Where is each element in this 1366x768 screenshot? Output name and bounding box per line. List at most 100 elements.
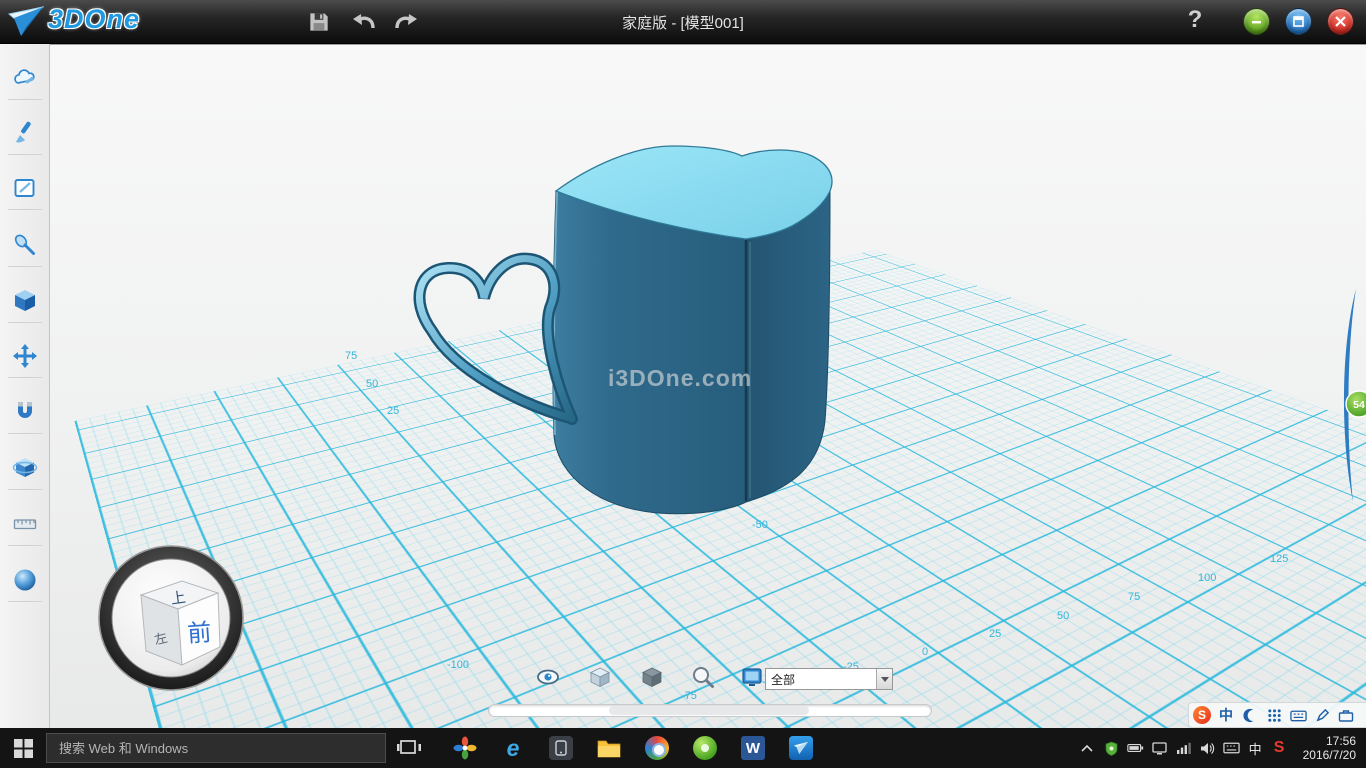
rotate-handle[interactable]: 54	[1336, 288, 1366, 503]
save-icon[interactable]	[306, 9, 332, 35]
move-arrows-icon[interactable]	[12, 343, 38, 369]
word-icon: W	[741, 736, 765, 760]
render-sphere-icon[interactable]	[12, 567, 38, 593]
grid-axis-label: 0	[922, 646, 928, 658]
sogou-tray-icon[interactable]: S	[1271, 740, 1288, 757]
maximize-button[interactable]	[1285, 8, 1312, 35]
measure-ruler-icon[interactable]	[12, 511, 38, 537]
magnet-icon[interactable]	[12, 399, 38, 425]
view-cube-front-label: 前	[187, 619, 213, 648]
view-cube-top-label: 上	[170, 589, 187, 608]
grid-axis-label: 50	[1057, 610, 1069, 622]
ime-toolbar: S 中	[1188, 702, 1366, 728]
taskbar-apps: e W	[452, 735, 814, 761]
grid-axis-label: 100	[1198, 572, 1216, 584]
close-icon	[1334, 15, 1347, 28]
3done-app[interactable]	[788, 735, 814, 761]
display-monitor-icon[interactable]	[1151, 740, 1168, 757]
filter-dropdown-arrow-button[interactable]	[876, 669, 892, 689]
word-app[interactable]: W	[740, 735, 766, 761]
network-signal-icon[interactable]	[1175, 740, 1192, 757]
device-icon	[549, 736, 573, 760]
file-explorer-app[interactable]	[596, 735, 622, 761]
titlebar: 3DOne 家庭版 - [模型001] ?	[0, 0, 1366, 44]
trim-spoon-icon[interactable]	[12, 232, 38, 258]
visibility-eye-icon[interactable]	[536, 665, 560, 689]
horizontal-scrollbar[interactable]	[488, 704, 932, 717]
app-logo-icon	[8, 6, 44, 38]
half-moon-icon[interactable]	[1241, 706, 1259, 724]
browser-colorful-app[interactable]	[644, 735, 670, 761]
ime-cn-mode-button[interactable]: 中	[1217, 706, 1235, 724]
edge-icon: e	[507, 735, 520, 762]
taskbar-clock[interactable]: 17:56 2016/7/20	[1295, 734, 1362, 762]
close-button[interactable]	[1327, 8, 1354, 35]
device-app[interactable]	[548, 735, 574, 761]
document-title: 家庭版 - [模型001]	[622, 12, 744, 33]
grid-axis-label: 25	[387, 405, 399, 417]
task-view-button[interactable]	[396, 735, 422, 761]
viewport[interactable]: 755025-50-100-75-50-250255075100125	[50, 44, 1366, 728]
green-orb-icon	[693, 736, 717, 760]
scrollbar-thumb[interactable]	[609, 706, 809, 715]
3done-plane-icon	[789, 736, 813, 760]
browser-wheel-icon	[645, 736, 669, 760]
taskbar-search-input[interactable]	[46, 733, 386, 763]
zoom-search-icon[interactable]	[691, 665, 715, 689]
clock-date: 2016/7/20	[1303, 748, 1356, 762]
sogou-logo-icon[interactable]: S	[1193, 706, 1211, 724]
folder-icon	[597, 738, 621, 758]
watermark: i3DOne.com	[608, 365, 752, 392]
chevron-down-icon	[881, 677, 889, 682]
handwriting-pen-icon[interactable]	[1313, 706, 1331, 724]
left-toolbar	[0, 44, 50, 728]
pinwheel-icon	[453, 736, 477, 760]
shaded-cube-icon[interactable]	[588, 665, 612, 689]
minimize-button[interactable]	[1243, 8, 1270, 35]
grid-axis-label: 50	[366, 378, 378, 390]
redo-icon[interactable]	[392, 9, 418, 35]
hidden-icons-caret[interactable]	[1079, 740, 1096, 757]
undo-icon[interactable]	[352, 9, 378, 35]
rotation-badge-value: 54	[1353, 399, 1365, 411]
grid-axis-label: 75	[1128, 591, 1140, 603]
minimize-icon	[1250, 15, 1263, 28]
solid-cube-icon[interactable]	[12, 288, 38, 314]
touch-keyboard-icon[interactable]	[1223, 740, 1240, 757]
sketch-brush-icon[interactable]	[12, 120, 38, 146]
edge-browser-app[interactable]: e	[500, 735, 526, 761]
heart-mug-model[interactable]	[400, 136, 860, 536]
maximize-icon	[1292, 15, 1305, 28]
toolbox-icon[interactable]	[1337, 706, 1355, 724]
battery-icon[interactable]	[1127, 740, 1144, 757]
security-shield-icon[interactable]	[1103, 740, 1120, 757]
start-button[interactable]	[0, 728, 46, 768]
windows-logo-icon	[14, 739, 33, 758]
grid-axis-label: -75	[681, 690, 697, 702]
green-security-app[interactable]	[692, 735, 718, 761]
help-button[interactable]: ?	[1182, 6, 1208, 36]
wireframe-cube-icon[interactable]	[640, 665, 664, 689]
wrap-cube-icon[interactable]	[12, 455, 38, 481]
sketch-plane-icon[interactable]	[12, 175, 38, 201]
app-logo-text: 3DOne	[48, 4, 140, 35]
system-tray: 中 S 17:56 2016/7/20	[1079, 734, 1366, 762]
grid-axis-label: 125	[1270, 553, 1288, 565]
soft-keyboard-icon[interactable]	[1289, 706, 1307, 724]
smart-draw-cloud-icon[interactable]	[12, 65, 38, 91]
taskbar: e W	[0, 728, 1366, 768]
filter-dropdown-value: 全部	[766, 671, 876, 688]
grid-axis-label: 75	[345, 350, 357, 362]
filter-dropdown[interactable]: 全部	[765, 668, 893, 690]
display-mode-icon[interactable]	[740, 665, 764, 689]
mug-body[interactable]	[553, 191, 746, 514]
clock-time: 17:56	[1303, 734, 1356, 748]
volume-speaker-icon[interactable]	[1199, 740, 1216, 757]
mug-body-lobe[interactable]	[746, 191, 830, 502]
grid-axis-label: -100	[447, 659, 469, 671]
grid-axis-label: 25	[989, 628, 1001, 640]
media-pinwheel-app[interactable]	[452, 735, 478, 761]
language-indicator[interactable]: 中	[1247, 740, 1264, 757]
symbol-grid-icon[interactable]	[1265, 706, 1283, 724]
view-cube-navigator[interactable]: 上 左 前	[96, 543, 246, 693]
